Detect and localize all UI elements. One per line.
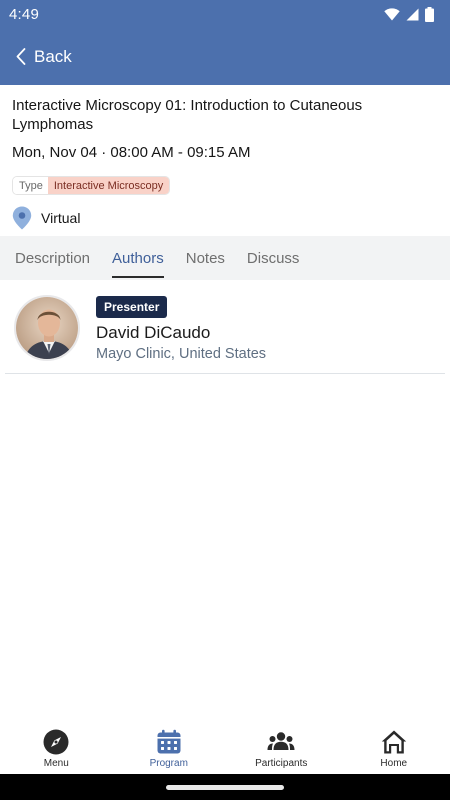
author-photo (16, 297, 78, 359)
home-gesture-handle[interactable] (166, 785, 284, 790)
type-tag-key: Type (13, 177, 48, 194)
app-bar: Back (0, 28, 450, 85)
tab-description[interactable]: Description (15, 236, 90, 280)
detail-tabs: Description Authors Notes Discuss (0, 236, 450, 280)
status-time: 4:49 (9, 5, 39, 23)
signal-icon (406, 8, 419, 20)
battery-icon (425, 6, 434, 22)
status-bar: 4:49 (0, 0, 450, 28)
session-type-tag: Type Interactive Microscopy (12, 176, 171, 195)
session-location: Virtual (12, 206, 80, 230)
tab-notes[interactable]: Notes (186, 236, 225, 280)
nav-menu[interactable]: Menu (0, 722, 113, 774)
nav-menu-label: Menu (43, 758, 69, 769)
app-header: 4:49 Back (0, 0, 450, 85)
nav-participants-label: Participants (255, 758, 308, 769)
author-avatar (14, 295, 80, 361)
status-icons (384, 6, 434, 22)
back-button[interactable]: Back (16, 47, 72, 67)
nav-program[interactable]: Program (113, 722, 226, 774)
type-tag-value: Interactive Microscopy (47, 177, 170, 194)
nav-participants[interactable]: Participants (225, 722, 338, 774)
tab-discuss[interactable]: Discuss (247, 236, 300, 280)
location-label: Virtual (41, 210, 81, 226)
session-title: Interactive Microscopy 01: Introduction … (12, 97, 363, 133)
presenter-badge: Presenter (96, 296, 168, 318)
tab-authors[interactable]: Authors (112, 236, 164, 280)
session-details: Interactive Microscopy 01: Introduction … (12, 96, 438, 230)
calendar-icon (157, 729, 181, 754)
nav-home[interactable]: Home (338, 722, 450, 774)
chevron-left-icon (16, 48, 26, 65)
author-affiliation: Mayo Clinic, United States (96, 346, 267, 362)
compass-icon (43, 729, 69, 755)
nav-home-label: Home (380, 758, 408, 769)
back-label: Back (34, 46, 72, 66)
wifi-icon (384, 7, 400, 20)
people-icon (267, 732, 295, 750)
location-pin-icon (12, 206, 32, 230)
nav-program-label: Program (149, 758, 188, 769)
bottom-navigation: Menu Program Participants Home (0, 722, 450, 774)
session-datetime: Mon, Nov 04 · 08:00 AM - 09:15 AM (12, 144, 251, 161)
home-icon (381, 730, 406, 754)
system-navigation-bar (0, 774, 450, 800)
author-list-item[interactable]: Presenter David DiCaudo Mayo Clinic, Uni… (5, 288, 445, 374)
author-name: David DiCaudo (96, 323, 211, 342)
